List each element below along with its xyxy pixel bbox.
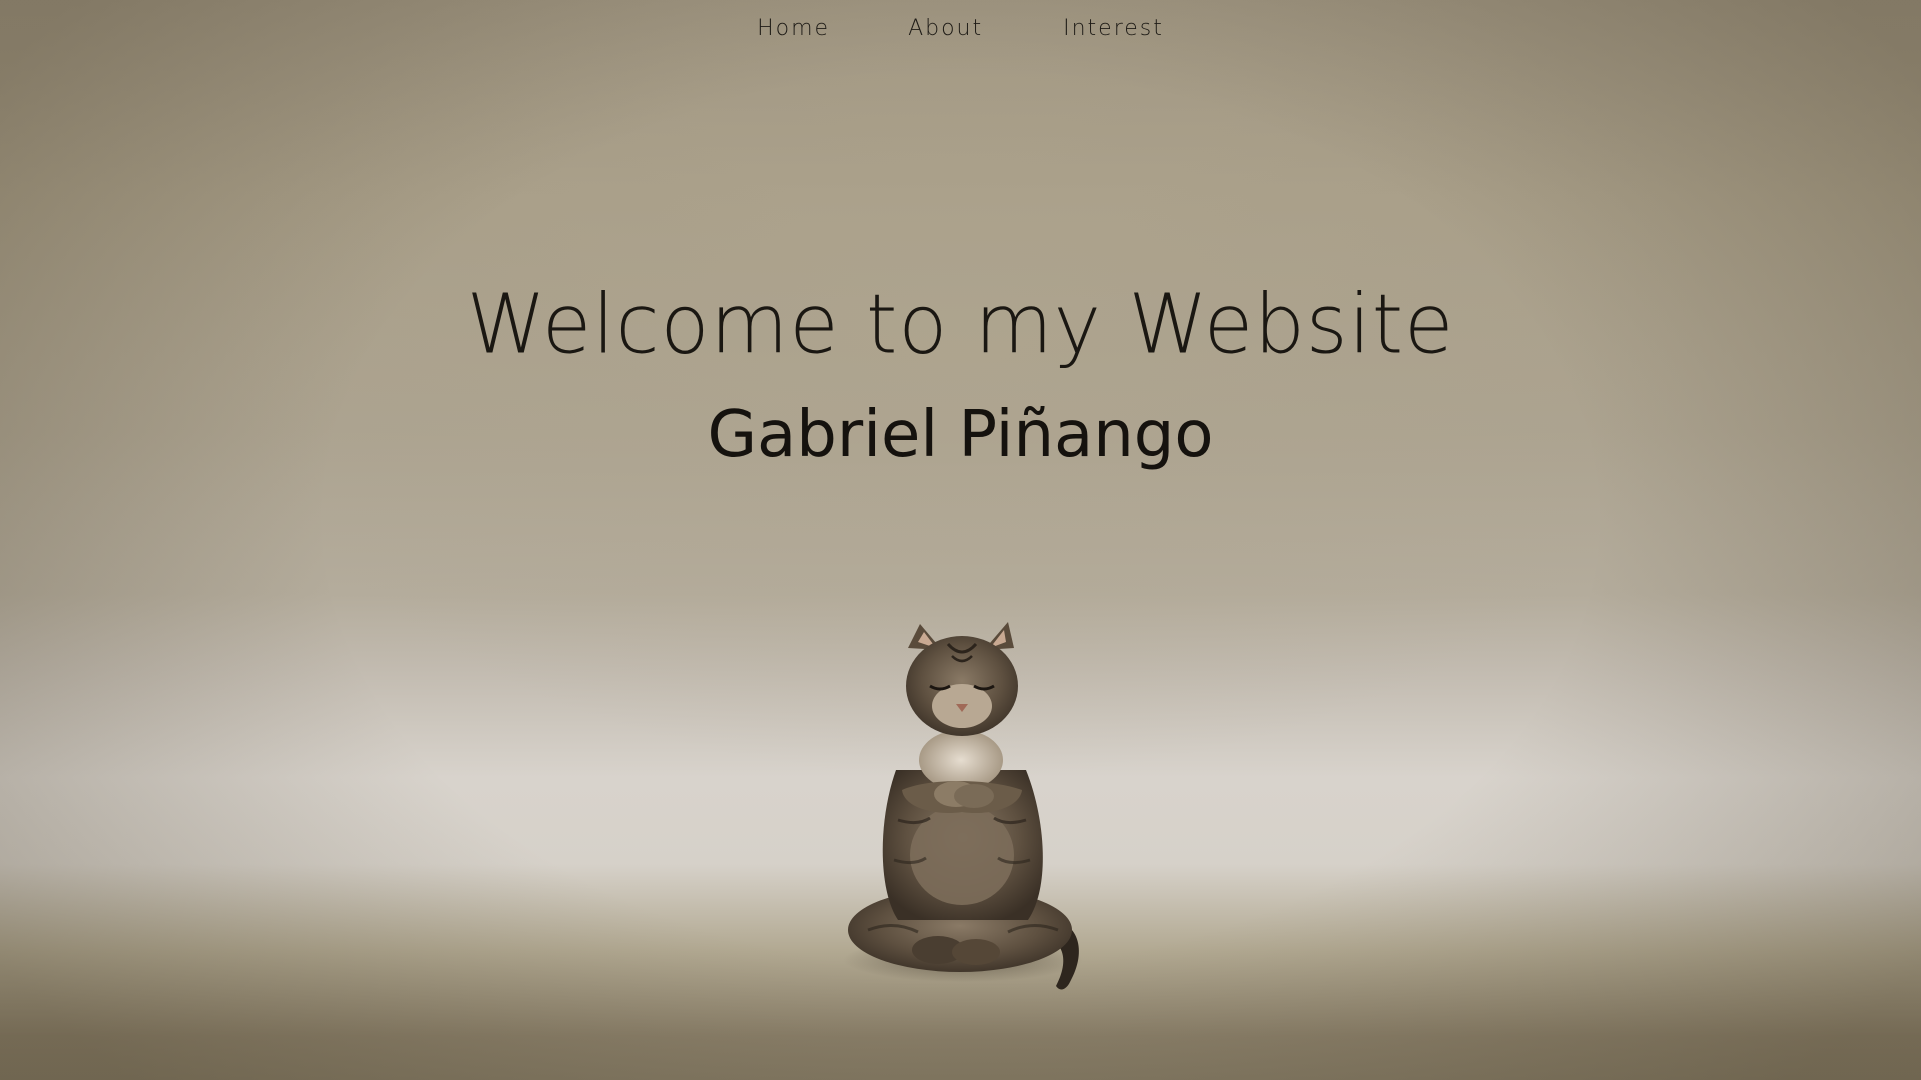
meditating-cat-image (838, 620, 1098, 1000)
top-navigation: Home About Interest (0, 14, 1921, 43)
hero-title: Welcome to my Website (466, 277, 1455, 372)
nav-link-about[interactable]: About (908, 14, 983, 43)
nav-link-interest[interactable]: Interest (1063, 14, 1164, 43)
nav-link-home[interactable]: Home (757, 14, 830, 43)
hero-name: Gabriel Piñango (707, 398, 1214, 472)
